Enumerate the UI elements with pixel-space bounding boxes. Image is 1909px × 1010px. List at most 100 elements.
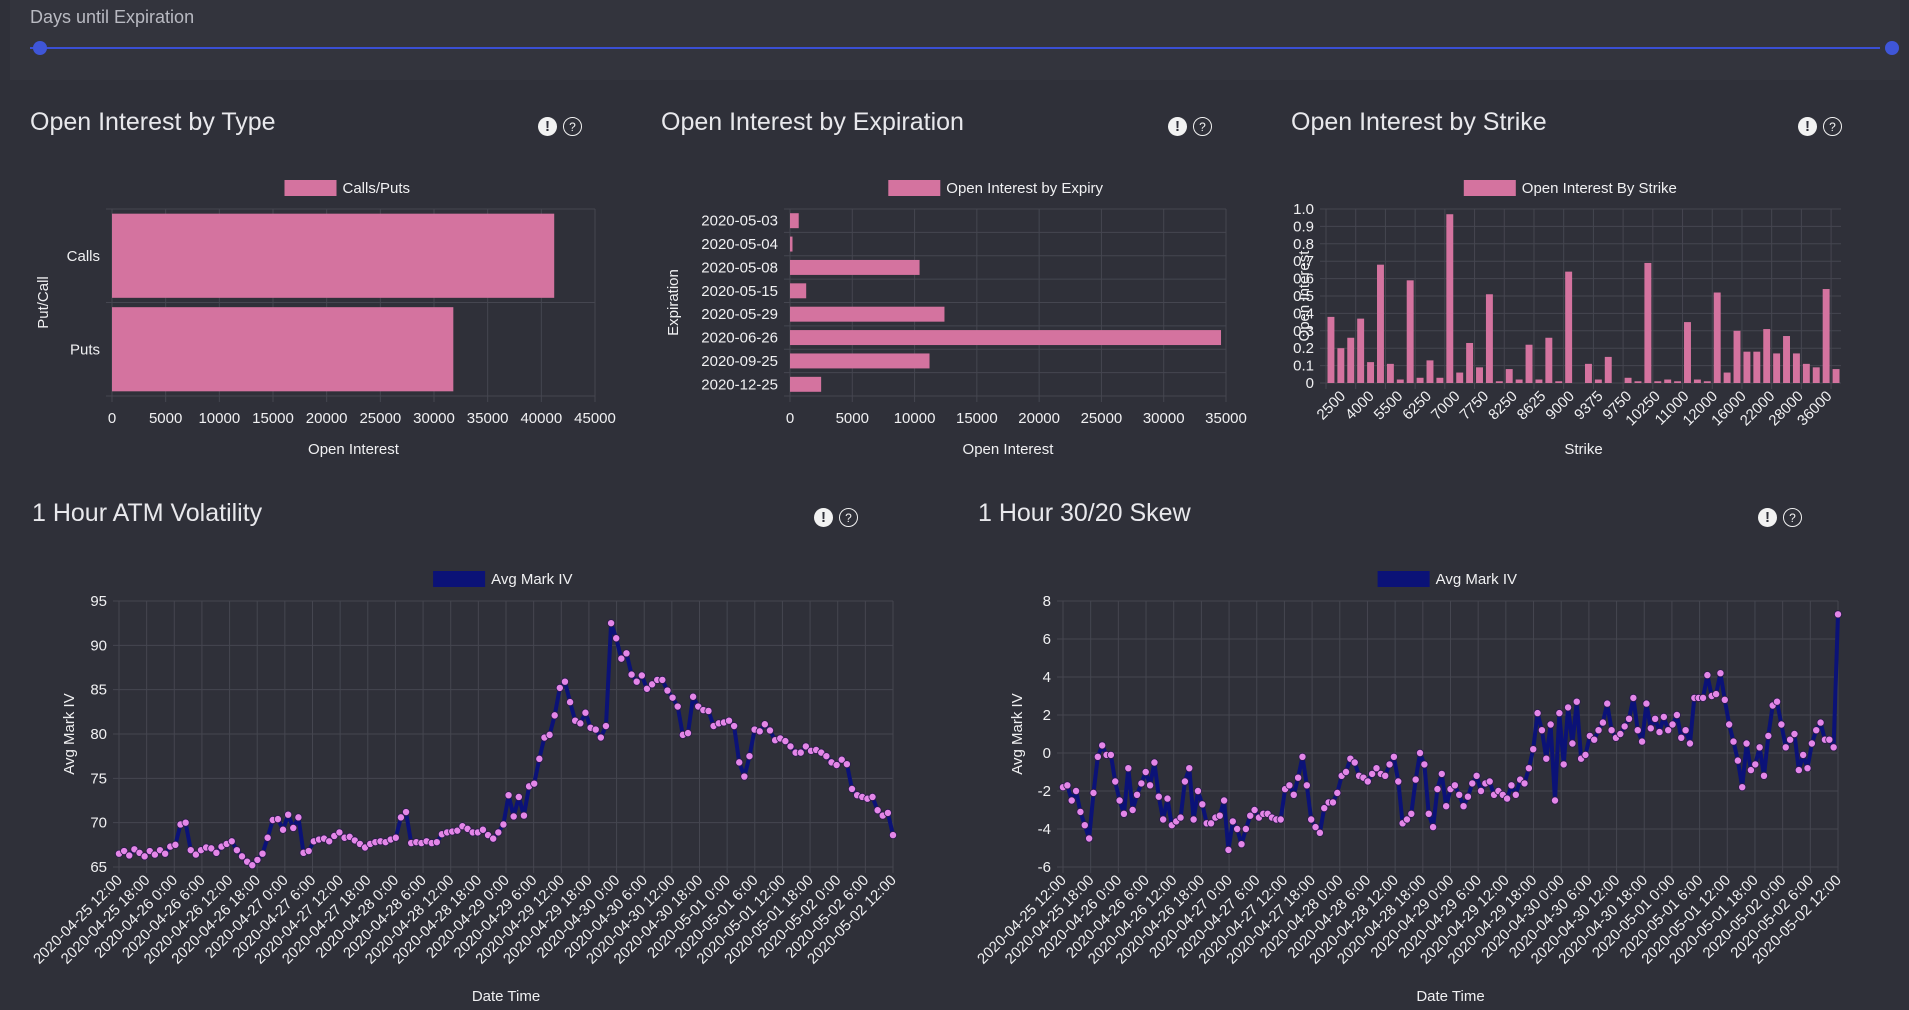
- y-tick-label: 0.8: [1293, 236, 1314, 253]
- data-point: [1742, 739, 1751, 748]
- x-tick-label: 0: [786, 410, 794, 427]
- data-point: [704, 706, 713, 715]
- x-tick-label: 2500: [1314, 388, 1350, 424]
- bar: [1664, 379, 1672, 383]
- data-point: [1198, 800, 1207, 809]
- data-point: [1289, 790, 1298, 799]
- data-point: [1655, 728, 1664, 737]
- bar: [1713, 292, 1721, 383]
- data-point: [1511, 790, 1520, 799]
- data-point: [637, 671, 646, 680]
- legend-swatch: [888, 180, 941, 196]
- bar: [1723, 372, 1731, 383]
- data-point: [1620, 722, 1629, 731]
- data-point: [1424, 809, 1433, 818]
- x-tick-label: 8250: [1485, 388, 1521, 424]
- data-point: [1738, 783, 1747, 792]
- y-tick-label: 2020-05-29: [701, 306, 778, 323]
- data-point: [1350, 758, 1359, 767]
- data-point: [1472, 771, 1481, 780]
- bar: [1456, 372, 1464, 383]
- data-point: [760, 720, 769, 729]
- data-point: [535, 754, 544, 763]
- chart-grid: [784, 208, 1227, 402]
- bar: [1644, 262, 1652, 383]
- x-tick-label: 45000: [574, 410, 616, 427]
- data-point: [1677, 733, 1686, 742]
- data-point: [504, 791, 513, 800]
- bar: [1377, 264, 1384, 383]
- data-point: [1764, 731, 1773, 740]
- data-point: [822, 752, 831, 761]
- data-point: [1119, 809, 1128, 818]
- data-point: [1725, 720, 1734, 729]
- x-tick-label: 25000: [359, 410, 401, 427]
- data-point: [1333, 788, 1342, 797]
- data-point: [1146, 781, 1155, 790]
- bar: [1783, 336, 1790, 383]
- bar: [1357, 318, 1365, 383]
- data-point: [1433, 785, 1442, 794]
- data-point: [432, 838, 441, 847]
- x-tick-label: 10000: [894, 410, 936, 427]
- data-point: [1420, 760, 1429, 769]
- data-point: [1076, 807, 1085, 816]
- y-tick-label: -4: [1038, 821, 1051, 838]
- data-point: [683, 729, 692, 738]
- bar: [1525, 344, 1533, 383]
- data-point: [1450, 781, 1459, 790]
- bar: [1505, 369, 1513, 383]
- data-point: [1537, 726, 1546, 735]
- x-tick-label: 30000: [1143, 410, 1185, 427]
- data-point: [1616, 730, 1625, 739]
- bar: [1584, 363, 1592, 383]
- bar: [1753, 351, 1761, 383]
- data-point: [576, 719, 585, 728]
- y-axis-label: Avg Mark IV: [1009, 693, 1026, 774]
- bar: [1396, 379, 1404, 383]
- data-point: [1328, 798, 1337, 807]
- x-axis-label: Date Time: [1416, 988, 1484, 1005]
- data-point: [1625, 714, 1634, 723]
- data-point: [1185, 764, 1194, 773]
- x-tick-label: 4000: [1342, 388, 1378, 424]
- data-point: [1141, 768, 1150, 777]
- data-point: [889, 831, 898, 840]
- data-point: [627, 670, 636, 679]
- data-point: [1564, 703, 1573, 712]
- x-tick-label: 7750: [1457, 388, 1493, 424]
- x-tick-label: 7000: [1428, 388, 1464, 424]
- data-point: [1533, 709, 1542, 718]
- data-point: [658, 675, 667, 684]
- data-point: [1137, 779, 1146, 788]
- data-point: [391, 833, 400, 842]
- data-point: [1459, 802, 1468, 811]
- data-point: [1485, 777, 1494, 786]
- bar: [790, 376, 822, 392]
- data-point: [1816, 718, 1825, 727]
- x-tick-label: 8625: [1514, 388, 1550, 424]
- y-tick-label: 8: [1043, 593, 1051, 610]
- bar: [1426, 360, 1434, 383]
- x-tick-label: 0: [108, 410, 116, 427]
- bar: [1545, 337, 1553, 383]
- data-point: [755, 727, 764, 736]
- data-point: [1638, 737, 1647, 746]
- legend-swatch: [284, 180, 337, 196]
- data-point: [1315, 828, 1324, 837]
- bar: [1604, 356, 1612, 383]
- data-point: [1237, 840, 1246, 849]
- data-point: [1594, 726, 1603, 735]
- legend-label: Avg Mark IV: [491, 571, 572, 588]
- data-point: [1228, 817, 1237, 826]
- data-point: [530, 779, 539, 788]
- x-tick-label: 40000: [520, 410, 562, 427]
- data-point: [273, 815, 282, 824]
- data-point: [1437, 769, 1446, 778]
- bar: [1347, 337, 1355, 383]
- y-axis-label: Put/Call: [35, 276, 52, 329]
- legend-swatch: [1463, 180, 1516, 196]
- data-point: [1524, 764, 1533, 773]
- data-point: [1476, 787, 1485, 796]
- bar: [1684, 322, 1691, 383]
